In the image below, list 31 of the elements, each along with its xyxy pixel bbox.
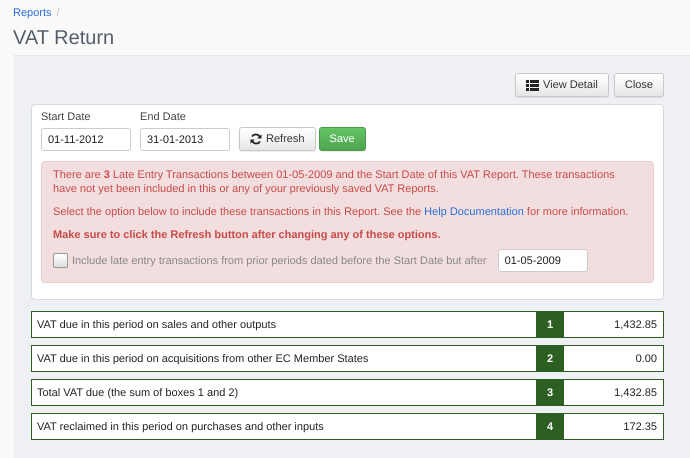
breadcrumb-separator: / bbox=[56, 7, 60, 19]
after-date-field[interactable]: 01-05-2009 bbox=[498, 249, 588, 272]
alert-message: There are 3 Late Entry Transactions between 01-05-2009 and the Start Date of this VAT Report. These transactions have not yet been included in this or any of your previously saved VAT Reports. bbox=[53, 168, 616, 196]
page-title: VAT Return bbox=[13, 26, 116, 51]
refresh-warning: Make sure to click the Refresh button after changing any of these options. bbox=[53, 228, 442, 242]
box-label: Total VAT due (the sum of boxes 1 and 2) bbox=[36, 386, 240, 400]
date-label: End Date bbox=[140, 111, 187, 125]
refresh-icon bbox=[250, 133, 262, 145]
box-label: VAT due in this period on sales and other outputs bbox=[36, 318, 278, 332]
date-field[interactable]: 31-01-2013 bbox=[140, 128, 230, 151]
list-icon bbox=[526, 80, 540, 90]
box-number: 1 bbox=[536, 312, 564, 337]
box-number: 3 bbox=[536, 380, 564, 405]
box-value: 1,432.85 bbox=[613, 386, 658, 400]
late-entry-checkbox[interactable] bbox=[53, 253, 68, 268]
date-field[interactable]: 01-11-2012 bbox=[41, 128, 131, 151]
box-value: 172.35 bbox=[622, 420, 658, 434]
box-number: 2 bbox=[536, 346, 564, 371]
view-detail-button[interactable]: View Detail bbox=[515, 73, 609, 97]
date-label: Start Date bbox=[41, 111, 92, 125]
box-number: 4 bbox=[536, 414, 564, 439]
late-entry-label: Include late entry transactions from prior periods dated before the Start Date but after bbox=[72, 254, 487, 266]
breadcrumb-link[interactable]: Reports bbox=[13, 7, 52, 19]
help-link[interactable]: Help Documentation bbox=[424, 206, 524, 218]
box-label: VAT due in this period on acquisitions from other EC Member States bbox=[36, 352, 370, 366]
box-value: 1,432.85 bbox=[613, 318, 658, 332]
close-button[interactable]: Close bbox=[614, 73, 664, 97]
help-text: Select the option below to include these transactions in this Report. See the Help Documentation for more information. bbox=[53, 205, 630, 219]
box-label: VAT reclaimed in this period on purchases and other inputs bbox=[36, 420, 325, 434]
refresh-button[interactable]: Refresh bbox=[239, 127, 316, 151]
box-value: 0.00 bbox=[634, 352, 658, 366]
